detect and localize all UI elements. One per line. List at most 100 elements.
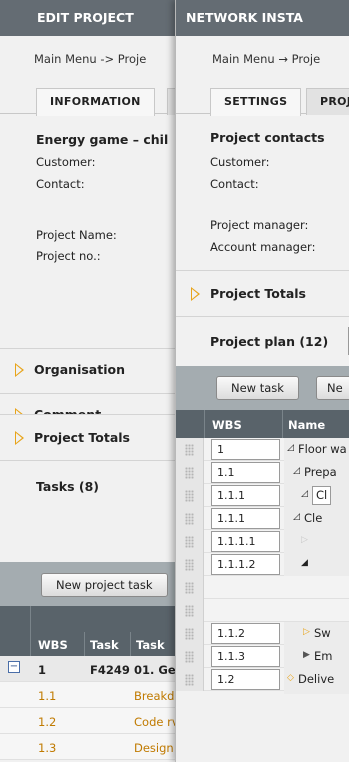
drag-handle-icon[interactable]: [176, 507, 204, 530]
new-task-button[interactable]: New task: [216, 376, 299, 400]
plan-row[interactable]: [176, 576, 349, 599]
drag-handle-icon[interactable]: [176, 645, 204, 668]
section-project-totals[interactable]: Project Totals: [176, 270, 349, 316]
column-wbs[interactable]: WBS: [38, 638, 68, 652]
tree-toggle-icon[interactable]: ▷: [303, 627, 310, 637]
column-wbs[interactable]: WBS: [212, 418, 242, 432]
table-row[interactable]: − 1 F4249 01. Ge: [0, 656, 202, 682]
plan-row[interactable]: 1.1 ◿ Prepa: [176, 461, 349, 487]
table-row[interactable]: 1.1 Breakdo: [0, 682, 202, 708]
plan-row[interactable]: [176, 599, 349, 622]
tab-settings[interactable]: SETTINGS: [210, 88, 302, 116]
panel-title: EDIT PROJECT: [0, 0, 202, 36]
tab-bar: SETTINGS PROJ: [176, 82, 349, 116]
drag-handle-icon[interactable]: [176, 484, 204, 507]
breadcrumb[interactable]: Main Menu -> Proje: [0, 36, 202, 82]
wbs-cell: 1.2: [38, 715, 57, 729]
drag-handle-icon[interactable]: [176, 438, 204, 461]
plan-row[interactable]: 1.1.1.1 ▷: [176, 530, 349, 556]
wbs-cell: 1: [38, 663, 47, 677]
plan-row[interactable]: 1.1.3 ▶ Em: [176, 645, 349, 671]
tasks-header: Tasks (8): [0, 460, 202, 512]
plan-row[interactable]: 1.1.1 ◿ Cl: [176, 484, 349, 510]
section-organisation[interactable]: Organisation: [0, 348, 202, 392]
project-plan-header: Project plan (12): [176, 316, 349, 366]
project-name-label: Project Name:: [36, 228, 117, 242]
expand-arrow-icon: [191, 287, 200, 301]
drag-handle-icon[interactable]: [176, 599, 204, 622]
tree-toggle-icon[interactable]: ◿: [301, 489, 308, 499]
plan-row[interactable]: 1.2 ◇ Delive: [176, 668, 349, 694]
contact-label: Contact:: [36, 177, 85, 191]
task-name-cell[interactable]: ◇ Delive: [284, 668, 349, 694]
task-name-cell: Design: [134, 741, 174, 755]
wbs-input[interactable]: 1.1: [211, 462, 280, 483]
tree-toggle-icon[interactable]: ▶: [303, 650, 310, 660]
plan-toolbar: New task Ne: [176, 366, 349, 410]
task-name-label: Floor wa: [298, 442, 347, 456]
project-manager-label: Project manager:: [210, 218, 309, 232]
tree-toggle-icon[interactable]: ◿: [287, 443, 294, 453]
drag-handle-icon[interactable]: [176, 576, 204, 599]
tab-information[interactable]: INFORMATION: [36, 88, 155, 116]
plan-row[interactable]: 1.1.1.2 ◢: [176, 553, 349, 579]
drag-handle-icon[interactable]: [176, 461, 204, 484]
wbs-input[interactable]: 1.1.1: [211, 508, 280, 529]
tree-toggle-icon[interactable]: ◿: [293, 466, 300, 476]
drag-handle-icon[interactable]: [176, 668, 204, 691]
wbs-input[interactable]: 1.2: [211, 669, 280, 690]
task-name-label: Delive: [298, 672, 335, 686]
wbs-input[interactable]: 1.1.3: [211, 646, 280, 667]
task-name-label: Cle: [304, 511, 323, 525]
task-name-label: Prepa: [304, 465, 337, 479]
project-contacts-title: Project contacts: [210, 130, 325, 145]
wbs-input[interactable]: 1.1.1: [211, 485, 280, 506]
project-no-label: Project no.:: [36, 249, 101, 263]
wbs-cell: 1.3: [38, 741, 57, 755]
section-project-totals[interactable]: Project Totals: [0, 414, 202, 460]
wbs-input[interactable]: 1: [211, 439, 280, 460]
task-name-cell: Code rv: [134, 715, 179, 729]
new-subtask-button[interactable]: Ne: [316, 376, 349, 400]
contact-label: Contact:: [210, 177, 259, 191]
tasks-table-header: WBS Task Task: [0, 606, 202, 656]
tree-toggle-icon[interactable]: ▷: [301, 535, 308, 545]
tree-toggle-icon[interactable]: ◢: [301, 558, 308, 568]
network-install-panel: NETWORK INSTA Main Menu → Proje SETTINGS…: [175, 0, 349, 762]
column-task-no[interactable]: Task: [90, 638, 119, 652]
collapse-icon[interactable]: −: [8, 661, 20, 673]
wbs-cell: 1.1: [38, 689, 57, 703]
tasks-title: Tasks (8): [36, 479, 100, 494]
project-title: Energy game – chil: [36, 132, 169, 147]
drag-handle-icon[interactable]: [176, 553, 204, 576]
expand-arrow-icon: [15, 431, 24, 445]
breadcrumb[interactable]: Main Menu → Proje: [176, 36, 349, 82]
project-plan-title: Project plan (12): [210, 334, 329, 349]
plan-row[interactable]: 1.1.1 ◿ Cle: [176, 507, 349, 533]
customer-label: Customer:: [210, 155, 270, 169]
tab-project[interactable]: PROJ: [306, 88, 349, 115]
column-task[interactable]: Task: [136, 638, 165, 652]
milestone-icon[interactable]: ◇: [287, 673, 294, 683]
plan-table-header: WBS Name: [176, 410, 349, 438]
table-row[interactable]: 1.3 Design: [0, 734, 202, 760]
plan-row[interactable]: 1.1.2 ▷ Sw: [176, 622, 349, 648]
wbs-input[interactable]: 1.1.1.1: [211, 531, 280, 552]
task-no-cell: F4249: [90, 663, 130, 677]
new-project-task-button[interactable]: New project task: [41, 573, 168, 597]
tree-toggle-icon[interactable]: ◿: [293, 512, 300, 522]
section-label: Project Totals: [210, 286, 307, 301]
expand-arrow-icon: [15, 363, 24, 377]
tab-bar: INFORMATION T: [0, 82, 202, 116]
task-name-cell: 01. Ge: [134, 663, 176, 677]
column-name[interactable]: Name: [288, 418, 325, 432]
drag-handle-icon[interactable]: [176, 530, 204, 553]
table-row[interactable]: 1.2 Code rv: [0, 708, 202, 734]
wbs-input[interactable]: 1.1.2: [211, 623, 280, 644]
drag-handle-icon[interactable]: [176, 622, 204, 645]
task-name-label: Em: [314, 649, 333, 663]
plan-row[interactable]: 1 ◿ Floor wa: [176, 438, 349, 464]
wbs-input[interactable]: 1.1.1.2: [211, 554, 280, 575]
edit-project-panel: EDIT PROJECT Main Menu -> Proje INFORMAT…: [0, 0, 202, 762]
task-name-label: Sw: [314, 626, 331, 640]
